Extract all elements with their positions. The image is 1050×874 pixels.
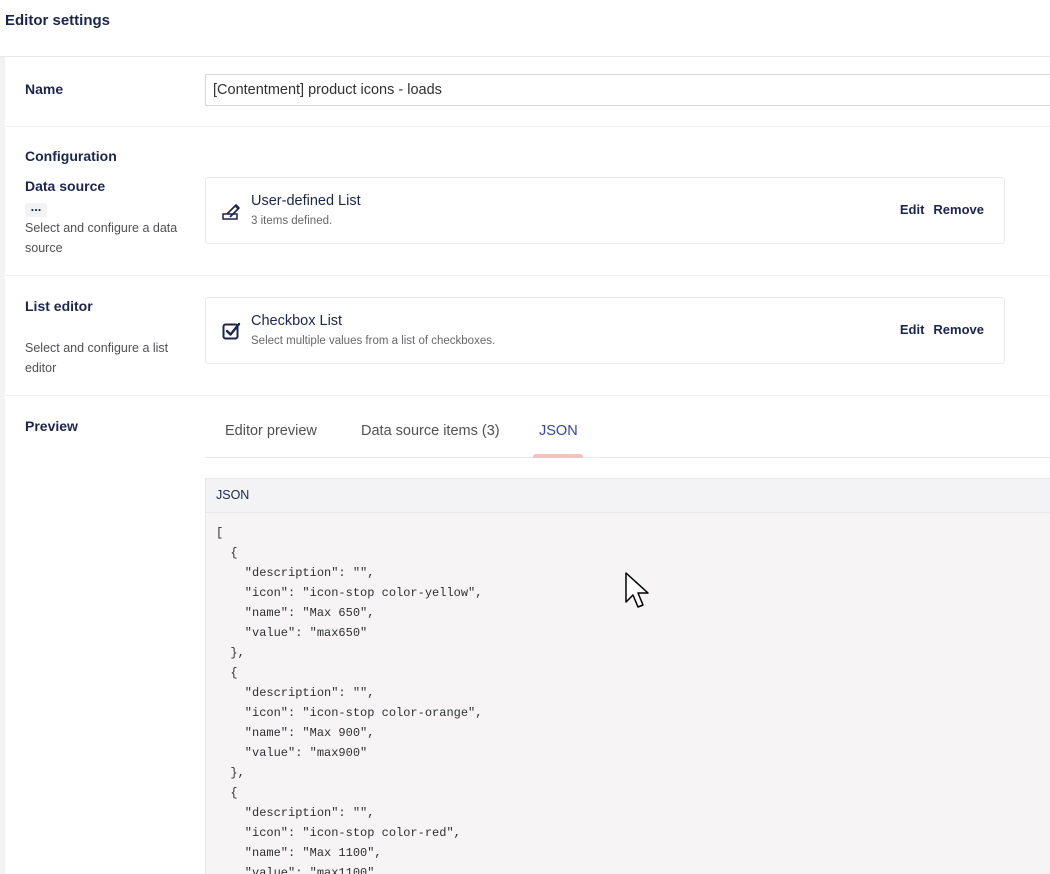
json-panel: JSON [ { "description": "", "icon": "ico…	[205, 478, 1050, 874]
editor-settings-panel: Name Configuration Data source ... Selec…	[5, 57, 1050, 874]
configuration-heading: Configuration	[25, 148, 117, 164]
name-input[interactable]	[205, 74, 1050, 106]
preview-tabs: Editor preview Data source items (3) JSO…	[205, 409, 1050, 458]
list-editor-edit-button[interactable]: Edit	[900, 322, 925, 337]
json-line: "value": "max650"	[216, 626, 368, 640]
list-editor-description: Select and configure a list editor	[25, 341, 169, 375]
list-editor-actions: Edit Remove	[891, 322, 984, 337]
list-editor-subtitle: Select multiple values from a list of ch…	[251, 335, 496, 347]
json-line: "value": "max1100"	[216, 866, 375, 874]
page-header: Editor settings	[0, 0, 1050, 57]
page-title: Editor settings	[5, 12, 111, 29]
data-source-description: Select and configure a data source	[25, 221, 178, 255]
list-editor-remove-button[interactable]: Remove	[933, 322, 984, 337]
pencil-edit-icon	[222, 204, 240, 220]
tab-json[interactable]: JSON	[539, 423, 578, 439]
json-line: "icon": "icon-stop color-red",	[216, 826, 461, 840]
divider	[5, 126, 1050, 127]
json-line: {	[216, 666, 238, 680]
json-line: },	[216, 766, 245, 780]
data-source-card: User-defined List 3 items defined. Edit R…	[205, 177, 1005, 244]
json-panel-title: JSON	[206, 479, 1050, 513]
json-code-block: [ { "description": "", "icon": "icon-sto…	[206, 513, 1050, 874]
json-line: "name": "Max 1100",	[216, 846, 382, 860]
tab-data-source-items[interactable]: Data source items (3)	[361, 423, 500, 439]
json-line: "name": "Max 900",	[216, 726, 375, 740]
json-line: {	[216, 786, 238, 800]
data-source-subtitle: 3 items defined.	[251, 215, 333, 227]
json-line: "description": "",	[216, 686, 375, 700]
preview-label: Preview	[25, 418, 78, 434]
active-tab-indicator	[533, 454, 583, 458]
json-line: {	[216, 546, 238, 560]
list-editor-label: List editor	[25, 298, 93, 314]
mouse-cursor-icon	[625, 572, 649, 608]
data-source-remove-button[interactable]: Remove	[933, 202, 984, 217]
data-source-title: User-defined List	[251, 193, 361, 209]
data-source-label: Data source	[25, 178, 106, 194]
checkbox-icon	[222, 322, 241, 340]
divider	[5, 395, 1050, 396]
json-line: },	[216, 646, 245, 660]
json-line: "value": "max900"	[216, 746, 368, 760]
list-editor-title: Checkbox List	[251, 313, 343, 329]
json-line: "description": "",	[216, 806, 375, 820]
divider	[5, 275, 1050, 276]
more-options-button[interactable]: ...	[25, 200, 47, 217]
json-line: "icon": "icon-stop color-orange",	[216, 706, 483, 720]
data-source-edit-button[interactable]: Edit	[900, 202, 925, 217]
name-label: Name	[25, 81, 64, 97]
tab-editor-preview[interactable]: Editor preview	[225, 423, 317, 439]
list-editor-card: Checkbox List Select multiple values fro…	[205, 297, 1005, 364]
json-line: [	[216, 526, 224, 540]
data-source-actions: Edit Remove	[891, 202, 984, 217]
